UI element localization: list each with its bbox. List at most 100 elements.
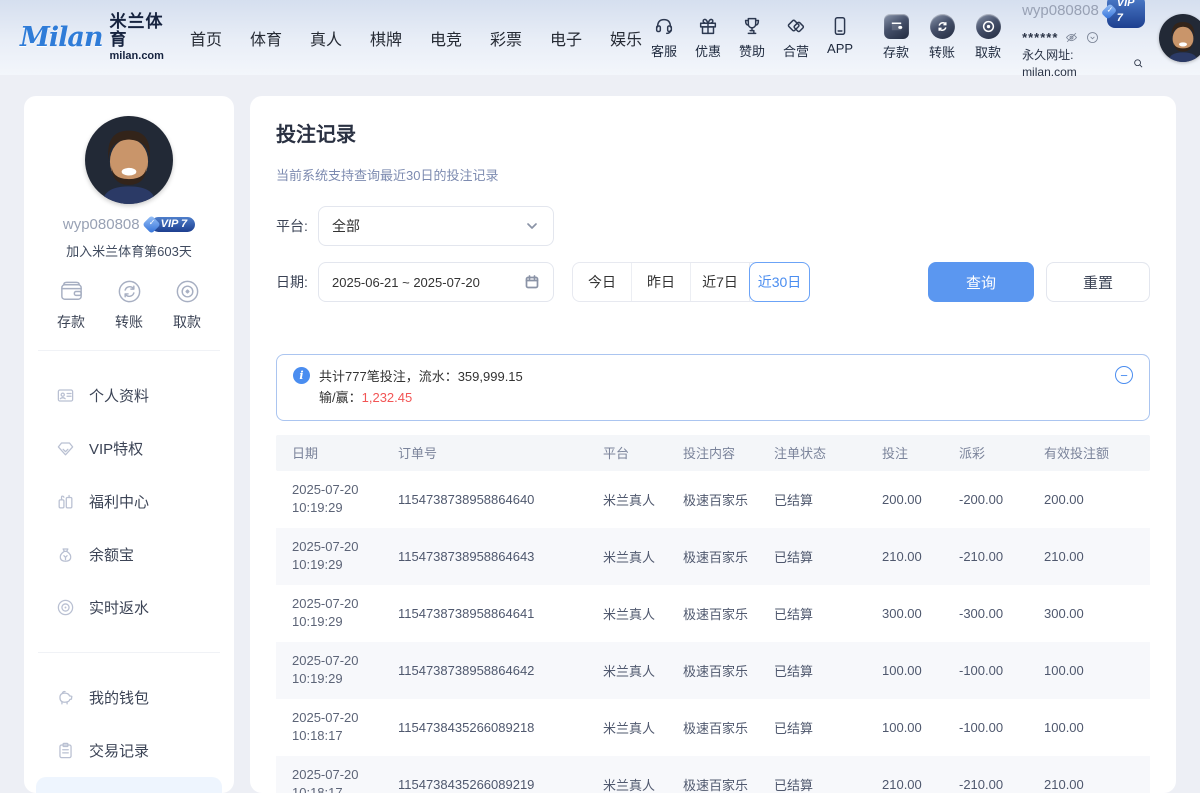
top-bar: Milan 米兰体育 milan.com 首页 体育 真人 棋牌 电竞 彩票 电… [0,0,1200,75]
col-header-order: 订单号 [398,443,603,462]
sidebar-item-label: 交易记录 [89,740,149,761]
brand-logo[interactable]: Milan 米兰体育 milan.com [20,13,164,62]
date-label: 日期: [276,272,318,292]
masked-balance: ****** [1022,29,1058,47]
nav-live[interactable]: 真人 [310,26,342,50]
vip-badge[interactable]: VIP 7 [1104,0,1145,28]
wallet-outline-icon [58,278,85,305]
welfare-icon [56,492,75,511]
deposit-wallet-icon [884,14,909,39]
order-number: 1154738435266089218 [398,720,603,735]
nav-entertainment[interactable]: 娱乐 [610,26,642,50]
app-download-button[interactable]: APP [818,15,862,60]
table-row: 2025-07-2010:19:29 1154738738958864642 米… [276,642,1150,699]
date-filter-row: 日期: 2025-06-21 ~ 2025-07-20 今日 昨日 近7日 近3… [276,262,1150,302]
customer-service-button[interactable]: 客服 [642,15,686,60]
header-user-block: wyp080808 VIP 7 ****** 永久网址: milan.com [1022,0,1145,80]
sidebar-withdraw-label: 取款 [173,312,201,332]
headset-icon [653,15,675,37]
sidebar-item-wallet[interactable]: 我的钱包 [24,671,234,724]
status-badge: 已结算 [774,718,882,737]
date-range-input[interactable]: 2025-06-21 ~ 2025-07-20 [318,262,554,302]
nav-cards[interactable]: 棋牌 [370,26,402,50]
platform-select[interactable]: 全部 [318,206,554,246]
sidebar-withdraw-button[interactable]: 取款 [173,278,201,332]
sidebar-item-vip[interactable]: VIP特权 [24,422,234,475]
order-number: 1154738738958864640 [398,492,603,507]
sidebar-item-transactions[interactable]: 交易记录 [24,724,234,777]
withdraw-label: 取款 [975,42,1001,61]
col-header-status: 注单状态 [774,443,882,462]
avatar-image [85,116,173,204]
promotions-label: 优惠 [695,41,721,60]
promotions-button[interactable]: 优惠 [686,15,730,60]
withdraw-button[interactable]: 取款 [968,14,1008,61]
sidebar-item-yuebao[interactable]: 余额宝 [24,528,234,581]
magnifier-icon[interactable] [1132,57,1145,70]
date-quick-range-group: 今日 昨日 近7日 近30日 [572,262,810,302]
rebate-icon [56,598,75,617]
header-quick-icons: 客服 优惠 赞助 合营 APP [642,15,862,60]
sidebar-transfer-button[interactable]: 转账 [115,278,143,332]
sidebar-menu-top: 个人资料 VIP特权 福利中心 余额宝 实时返水 [24,369,234,634]
search-button[interactable]: 查询 [928,262,1034,302]
page-title: 投注记录 [276,118,1150,147]
wallet-actions: 存款 转账 取款 [876,14,1008,61]
table-row: 2025-07-2010:18:17 1154738435266089218 米… [276,699,1150,756]
sidebar-quick-actions: 存款 转账 取款 [24,278,234,332]
nav-esports[interactable]: 电竞 [430,26,462,50]
nav-home[interactable]: 首页 [190,26,222,50]
col-header-valid: 有效投注额 [1044,443,1150,462]
nav-sports[interactable]: 体育 [250,26,282,50]
status-badge: 已结算 [774,775,882,793]
mobile-phone-icon [829,15,851,37]
refresh-circle-icon[interactable] [1085,30,1100,45]
sidebar-deposit-button[interactable]: 存款 [57,278,85,332]
page-subtitle: 当前系统支持查询最近30日的投注记录 [276,165,1150,184]
sidebar-transfer-label: 转账 [115,312,143,332]
sidebar-item-label: 余额宝 [89,544,134,565]
trophy-icon [741,15,763,37]
nav-lottery[interactable]: 彩票 [490,26,522,50]
col-header-bet: 投注 [882,443,959,462]
sidebar-item-welfare[interactable]: 福利中心 [24,475,234,528]
range-30days-button[interactable]: 近30日 [749,262,810,302]
eye-off-icon[interactable] [1064,30,1079,45]
sidebar-menu-bottom: 我的钱包 交易记录 投注记录 [24,671,234,793]
collapse-summary-icon[interactable]: − [1115,366,1133,384]
sidebar-divider [38,652,220,653]
header-username[interactable]: wyp080808 [1022,1,1099,21]
sidebar-item-rebate[interactable]: 实时返水 [24,581,234,634]
range-7days-button[interactable]: 近7日 [691,263,750,301]
table-body: 2025-07-2010:19:29 1154738738958864640 米… [276,471,1150,793]
summary-line2: 输/赢：1,232.45 [319,387,523,408]
page-content: wyp080808 VIP 7 加入米兰体育第603天 存款 转账 取款 [0,75,1200,793]
app-download-label: APP [827,41,853,56]
table-row: 2025-07-2010:18:17 1154738435266089219 米… [276,756,1150,793]
table-row: 2025-07-2010:19:29 1154738738958864643 米… [276,528,1150,585]
reset-button[interactable]: 重置 [1046,262,1150,302]
sidebar-avatar[interactable] [85,116,173,204]
sidebar: wyp080808 VIP 7 加入米兰体育第603天 存款 转账 取款 [24,96,234,793]
sidebar-item-profile[interactable]: 个人资料 [24,369,234,422]
brand-domain: milan.com [110,50,164,62]
range-today-button[interactable]: 今日 [573,263,632,301]
info-icon: i [293,367,310,384]
brand-name-cn: 米兰体育 [110,13,164,50]
platform-select-value: 全部 [332,216,360,236]
range-yesterday-button[interactable]: 昨日 [632,263,691,301]
filter-action-buttons: 查询 重置 [928,262,1150,302]
sidebar-vip-badge[interactable]: VIP 7 [145,217,196,232]
deposit-button[interactable]: 存款 [876,14,916,61]
partnership-button[interactable]: 合营 [774,15,818,60]
join-days-label: 加入米兰体育第603天 [24,241,234,260]
col-header-payout: 派彩 [959,443,1044,462]
order-number: 1154738435266089219 [398,777,603,792]
sponsor-button[interactable]: 赞助 [730,15,774,60]
nav-slots[interactable]: 电子 [550,26,582,50]
sidebar-item-bet-records[interactable]: 投注记录 [36,777,222,793]
transfer-button[interactable]: 转账 [922,14,962,61]
id-card-icon [56,386,75,405]
partnership-label: 合营 [783,41,809,60]
header-avatar[interactable] [1159,14,1200,62]
